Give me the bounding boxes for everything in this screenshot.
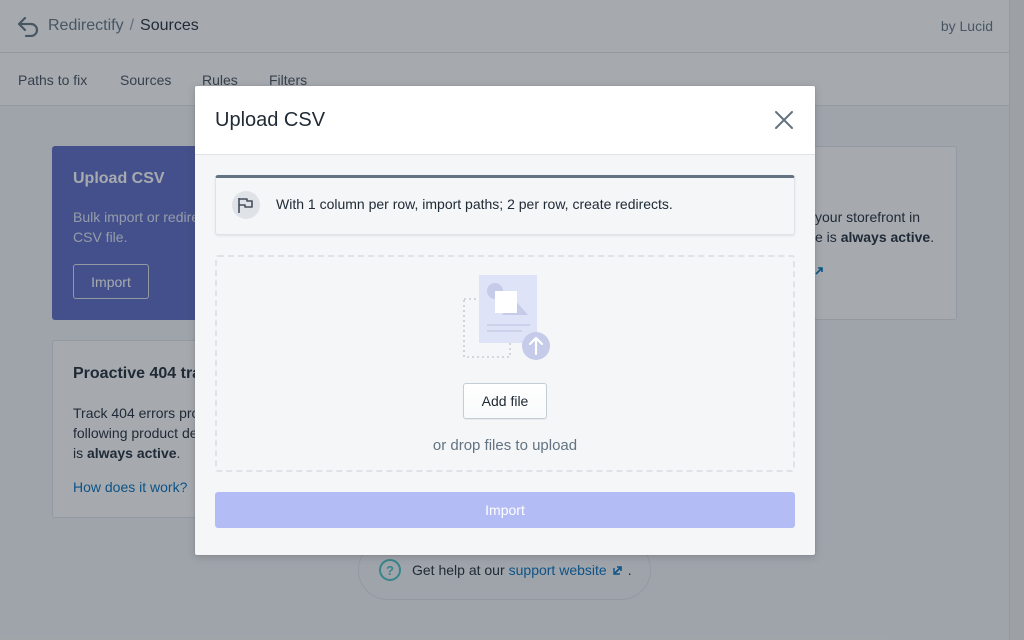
file-dropzone[interactable]: Add file or drop files to upload: [215, 255, 795, 472]
modal-header: Upload CSV: [195, 86, 815, 155]
upload-csv-modal: Upload CSV With 1 column per row, import…: [195, 86, 815, 555]
add-file-button[interactable]: Add file: [463, 383, 547, 419]
upload-file-illustration: [463, 275, 550, 360]
close-icon: [775, 111, 793, 129]
drop-hint: or drop files to upload: [432, 437, 578, 454]
info-banner: With 1 column per row, import paths; 2 p…: [215, 175, 795, 235]
banner-message: With 1 column per row, import paths; 2 p…: [276, 196, 673, 212]
modal-title: Upload CSV: [215, 109, 326, 131]
close-button[interactable]: [771, 107, 797, 133]
import-button[interactable]: Import: [215, 492, 795, 528]
flag-icon: [232, 191, 260, 219]
